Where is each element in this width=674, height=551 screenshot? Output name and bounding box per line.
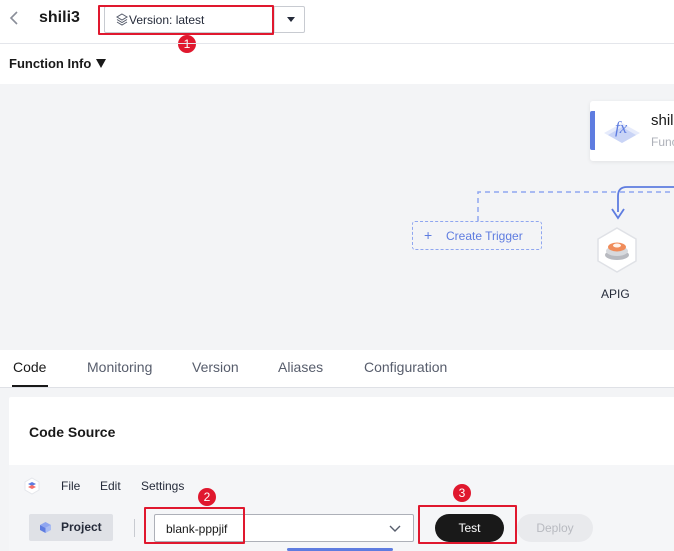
create-trigger-button[interactable]: + Create Trigger	[412, 221, 542, 250]
tab-bar: Code Monitoring Version Aliases Configur…	[0, 350, 674, 388]
tab-monitoring[interactable]: Monitoring	[87, 359, 152, 375]
tab-configuration[interactable]: Configuration	[364, 359, 447, 375]
header-divider	[0, 43, 674, 44]
layers-icon	[116, 13, 128, 26]
create-trigger-label: Create Trigger	[446, 229, 523, 243]
caret-down-icon	[287, 17, 295, 22]
tab-aliases[interactable]: Aliases	[278, 359, 323, 375]
connector-lines	[477, 186, 674, 221]
menu-edit[interactable]: Edit	[100, 479, 121, 493]
menu-file[interactable]: File	[61, 479, 80, 493]
tab-version[interactable]: Version	[192, 359, 239, 375]
project-cube-icon	[39, 521, 52, 534]
function-node-type: Function	[651, 135, 674, 149]
annotation-badge-1: 1	[178, 35, 196, 53]
annotation-badge-2: 2	[198, 488, 216, 506]
code-source-title: Code Source	[29, 424, 116, 440]
project-button-label: Project	[61, 520, 102, 534]
project-select-value: blank-pppjif	[166, 522, 228, 536]
annotation-badge-3: 3	[453, 484, 471, 502]
ide-logo-icon	[22, 476, 42, 496]
plus-icon: +	[424, 227, 433, 243]
menu-settings[interactable]: Settings	[141, 479, 184, 493]
function-title: shili3	[39, 9, 80, 26]
tab-code[interactable]: Code	[13, 359, 46, 375]
version-dropdown-toggle[interactable]	[274, 7, 305, 32]
version-select-label: Version: latest	[129, 13, 205, 27]
toolbar-divider	[134, 519, 135, 537]
project-select[interactable]: blank-pppjif	[154, 514, 414, 542]
active-tab-indicator	[12, 385, 48, 387]
deploy-button[interactable]: Deploy	[517, 514, 593, 542]
apig-icon[interactable]	[593, 226, 641, 274]
function-detail-page: shili3 Version: latest 1 Function Info f…	[0, 0, 674, 551]
test-button[interactable]: Test	[435, 514, 504, 542]
apig-node-label: APIG	[601, 287, 630, 301]
back-chevron-icon[interactable]	[8, 9, 24, 27]
function-node-accent	[590, 111, 595, 150]
svg-text:fx: fx	[615, 118, 628, 137]
function-node-name: shili3	[651, 112, 674, 129]
caret-down-icon[interactable]	[96, 59, 106, 68]
chevron-down-icon	[389, 521, 401, 533]
fx-function-icon: fx	[600, 113, 644, 151]
version-select[interactable]: Version: latest	[104, 6, 305, 33]
function-info-label[interactable]: Function Info	[9, 56, 91, 71]
project-button[interactable]: Project	[29, 514, 113, 541]
